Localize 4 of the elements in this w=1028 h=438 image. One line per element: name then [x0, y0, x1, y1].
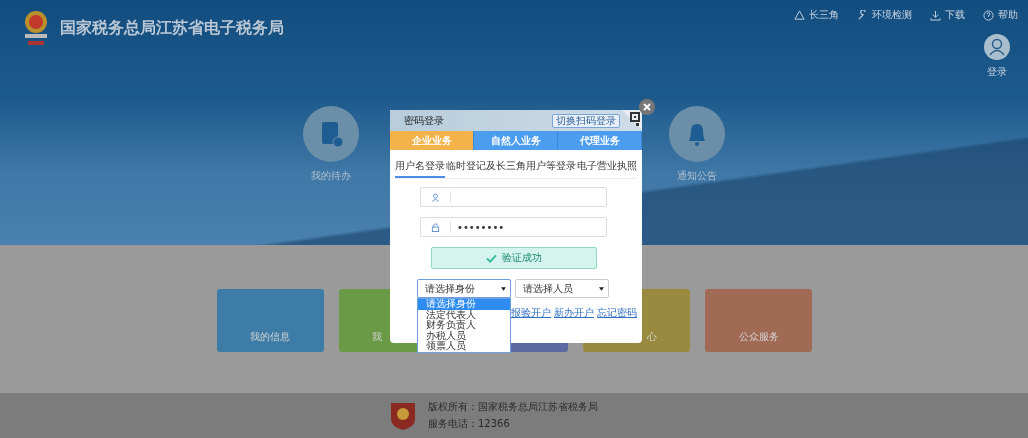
copyright-text: 版权所有：国家税务总局江苏省税务局 — [428, 400, 598, 414]
phone-text: 服务电话：12366 — [428, 417, 511, 431]
site-title: 国家税务总局江苏省电子税务局 — [60, 17, 284, 39]
dialog-title: 密码登录 — [404, 113, 444, 128]
